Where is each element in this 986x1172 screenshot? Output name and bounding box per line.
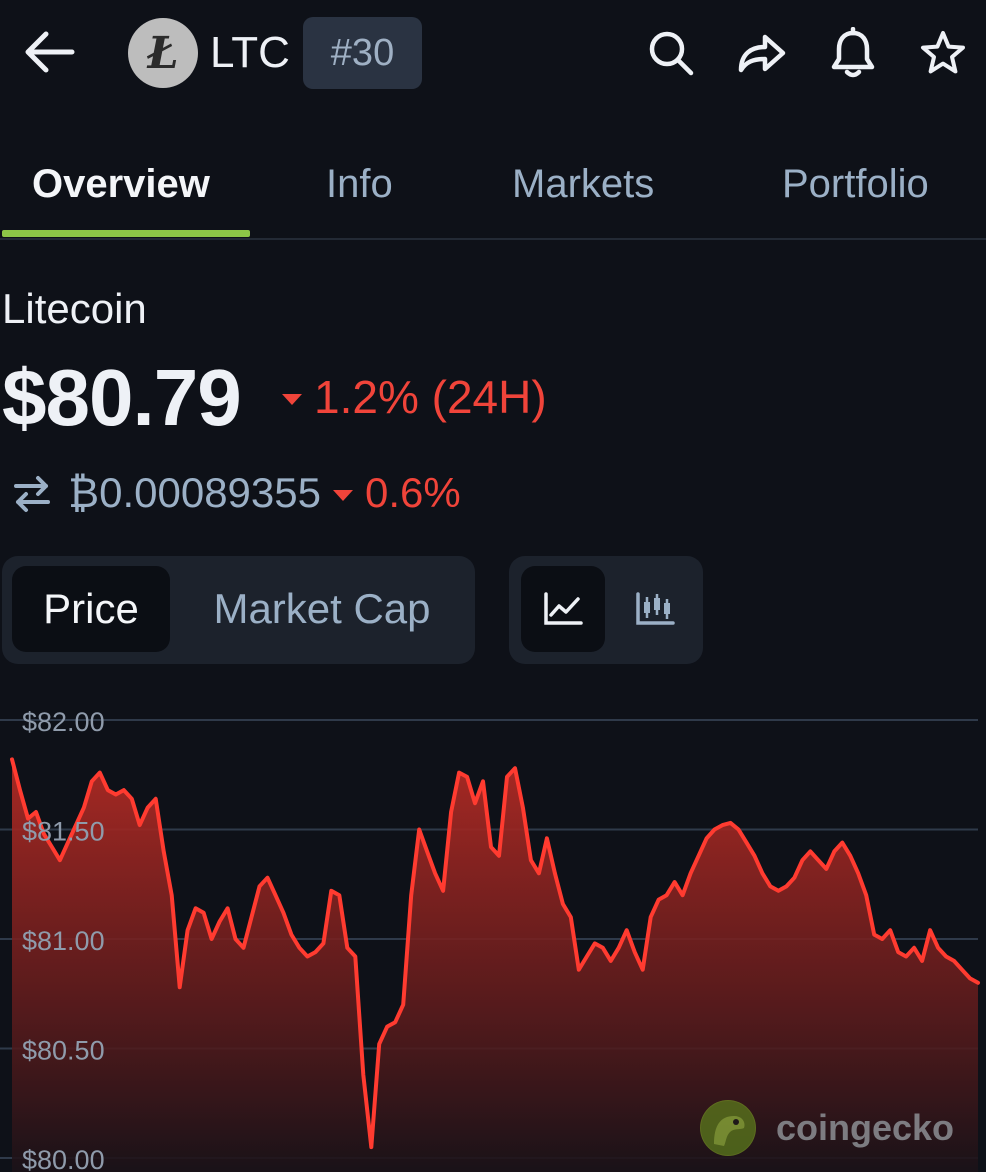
share-icon [738, 34, 786, 73]
chart-style-toggle [509, 556, 703, 664]
watermark-text: coingecko [776, 1107, 955, 1148]
coin-detail-screen: Ł LTC #30 Overview Info Markets Portfoli… [0, 0, 986, 1172]
candlestick-chart-icon [636, 592, 675, 625]
btc-price-change: 0.6% [332, 469, 461, 517]
price-toggle-button[interactable]: Price [12, 566, 170, 652]
y-tick-label: $80.00 [22, 1145, 105, 1172]
back-button[interactable] [22, 26, 82, 78]
btc-price-change-value: 0.6% [364, 469, 461, 516]
tab-overview[interactable]: Overview [32, 162, 210, 207]
coingecko-watermark: coingecko [700, 1100, 954, 1156]
market-cap-toggle-button[interactable]: Market Cap [180, 566, 464, 652]
top-bar: Ł LTC #30 [0, 0, 986, 110]
coin-logo: Ł [128, 18, 198, 88]
active-tab-indicator [2, 230, 250, 237]
y-tick-label: $82.00 [22, 707, 105, 737]
tab-portfolio[interactable]: Portfolio [782, 162, 929, 207]
coin-name: Litecoin [2, 285, 147, 332]
down-triangle-icon [282, 393, 302, 405]
btc-price-row: ₿0.00089355 0.6% [12, 468, 461, 518]
coin-logo-letter: Ł [147, 27, 179, 79]
tab-bar: Overview Info Markets Portfolio [0, 148, 986, 240]
y-tick-label: $80.50 [22, 1036, 105, 1066]
tab-markets[interactable]: Markets [512, 162, 654, 207]
search-icon [649, 31, 694, 76]
alert-button[interactable] [826, 26, 880, 80]
star-icon [921, 31, 965, 74]
price-change-24h-value: 1.2% (24H) [314, 371, 547, 423]
tab-info[interactable]: Info [326, 162, 393, 207]
back-arrow-icon [25, 31, 75, 73]
current-price: $80.79 [2, 353, 242, 442]
candlestick-chart-button[interactable] [613, 566, 697, 652]
bell-icon [831, 27, 875, 78]
price-change-24h: 1.2% (24H) [282, 370, 547, 424]
rank-badge: #30 [303, 17, 422, 89]
share-button[interactable] [734, 26, 788, 80]
line-chart-icon [544, 592, 583, 625]
swap-arrows-icon [14, 476, 50, 512]
gecko-logo-icon [700, 1100, 756, 1156]
y-tick-label: $81.00 [22, 926, 105, 956]
metric-toggle: Price Market Cap [2, 556, 475, 664]
btc-price: ₿0.00089355 [68, 469, 321, 516]
line-chart-button[interactable] [521, 566, 605, 652]
down-triangle-icon [332, 489, 353, 501]
coin-symbol: LTC [210, 28, 290, 77]
watchlist-button[interactable] [916, 26, 970, 80]
search-button[interactable] [644, 26, 698, 80]
y-tick-label: $81.50 [22, 817, 105, 847]
